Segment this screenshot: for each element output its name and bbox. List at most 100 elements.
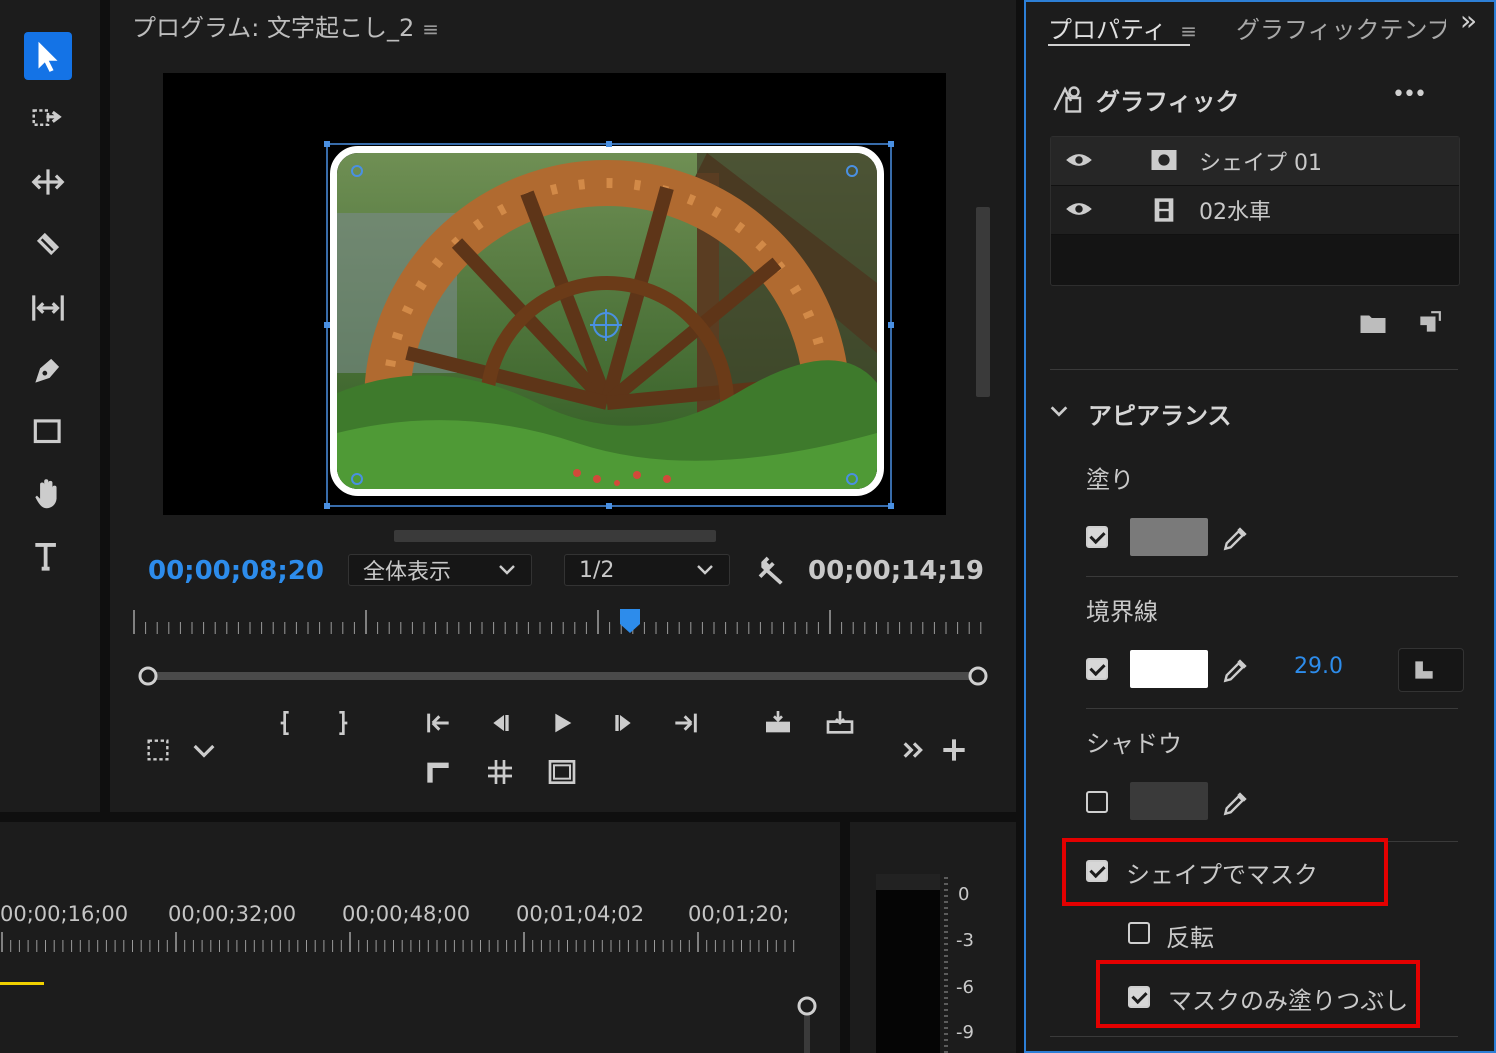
shadow-label: シャドウ <box>1086 730 1182 758</box>
zoom-scroll-bar[interactable] <box>138 666 988 686</box>
track-select-tool-button[interactable] <box>24 96 72 144</box>
layer-row[interactable]: 02水車 <box>1051 186 1459 235</box>
stroke-label: 境界線 <box>1086 598 1158 626</box>
duration-timecode: 00;00;14;19 <box>808 556 984 586</box>
stroke-width-value[interactable]: 29.0 <box>1294 654 1343 679</box>
work-area-bar[interactable] <box>0 982 44 985</box>
go-to-in-button[interactable] <box>420 705 456 741</box>
eyedropper-icon[interactable] <box>1220 522 1252 554</box>
mark-in-button[interactable] <box>268 705 304 741</box>
razor-icon <box>36 232 60 256</box>
button-editor-button[interactable] <box>936 732 972 768</box>
mark-out-button[interactable] <box>324 705 360 741</box>
overwrite-button[interactable] <box>822 705 858 741</box>
appearance-section-title[interactable]: アピアランス <box>1088 396 1232 431</box>
export-frame-button[interactable] <box>544 754 580 790</box>
safe-margins-icon <box>147 739 169 761</box>
plus-icon <box>943 739 965 761</box>
meter-label: -6 <box>956 977 974 998</box>
timeline-timecode: 00;01;04;02 <box>516 902 645 926</box>
hand-tool-button[interactable] <box>24 470 72 518</box>
monitor-vertical-scrollbar[interactable] <box>976 207 990 397</box>
selection-bounding-box[interactable] <box>321 139 897 511</box>
invert-checkbox[interactable] <box>1128 922 1150 944</box>
monitor-title-text: プログラム: 文字起こし_2 <box>132 14 415 42</box>
timeline-ruler[interactable] <box>0 930 800 954</box>
timeline-panel[interactable]: 00;00;16;00 00;00;32;00 00;00;48;00 00;0… <box>0 822 840 1053</box>
layer-name: 02水車 <box>1199 200 1271 225</box>
tab-graphic-templates[interactable]: グラフィックテンプ <box>1236 10 1446 45</box>
timeline-timecode: 00;00;48;00 <box>342 902 471 926</box>
grid-button[interactable] <box>482 754 518 790</box>
step-forward-button[interactable] <box>606 705 642 741</box>
chevron-down-icon[interactable] <box>1048 400 1070 422</box>
step-back-button[interactable] <box>482 705 518 741</box>
graphic-more-button[interactable]: ••• <box>1392 82 1427 107</box>
graphic-icon <box>1053 86 1082 113</box>
layer-list: シェイプ 01 02水車 <box>1050 136 1460 286</box>
ripple-edit-tool-button[interactable] <box>24 158 72 206</box>
eye-icon[interactable] <box>1065 149 1093 171</box>
chevron-down-icon <box>697 565 713 575</box>
insert-button[interactable] <box>760 705 796 741</box>
go-to-out-button[interactable] <box>668 705 704 741</box>
ripple-edit-icon <box>31 169 65 195</box>
zoom-level-select[interactable]: 全体表示 <box>348 554 532 586</box>
film-layer-icon <box>1154 198 1174 222</box>
meter-scale <box>944 877 948 1053</box>
settings-wrench-button[interactable] <box>756 554 788 586</box>
eye-icon[interactable] <box>1065 198 1093 220</box>
shadow-checkbox[interactable] <box>1086 791 1108 813</box>
new-layer-icon[interactable] <box>1416 310 1442 336</box>
graphic-section-title: グラフィック <box>1096 88 1240 116</box>
stroke-checkbox[interactable] <box>1086 658 1108 680</box>
playhead-marker[interactable] <box>619 608 641 634</box>
stroke-style-select[interactable] <box>1398 648 1464 692</box>
timeline-zoom-handle[interactable] <box>794 992 820 1053</box>
panel-menu-icon[interactable]: ≡ <box>1180 19 1197 43</box>
eyedropper-icon[interactable] <box>1220 654 1252 686</box>
shadow-color-swatch[interactable] <box>1130 782 1208 820</box>
type-tool-button[interactable] <box>24 532 72 580</box>
go-to-in-icon <box>427 713 449 733</box>
panel-menu-icon[interactable]: ≡ <box>422 17 439 41</box>
shape-layer-icon <box>1151 150 1177 170</box>
layer-row[interactable]: シェイプ 01 <box>1051 137 1459 186</box>
slip-tool-button[interactable] <box>24 284 72 332</box>
timeline-timecode: 00;01;20; <box>688 902 790 926</box>
pen-tool-button[interactable] <box>24 346 72 394</box>
playback-resolution-select[interactable]: 1/2 <box>564 554 730 586</box>
highlight-box <box>1062 838 1388 906</box>
meter-peak-indicator <box>876 874 940 890</box>
folder-icon[interactable] <box>1358 310 1388 336</box>
tab-properties[interactable]: プロパティ ≡ <box>1048 10 1197 45</box>
selection-tool-button[interactable] <box>24 32 72 80</box>
go-to-out-icon <box>675 713 697 733</box>
more-controls-button[interactable] <box>896 732 932 768</box>
razor-tool-button[interactable] <box>24 220 72 268</box>
fill-label: 塗り <box>1086 466 1134 494</box>
audio-meter-bar <box>876 874 940 1053</box>
lift-button[interactable] <box>420 754 456 790</box>
mark-out-icon <box>339 711 348 735</box>
play-button[interactable] <box>544 705 580 741</box>
safe-margins-button[interactable] <box>140 732 176 768</box>
monitor-horizontal-scrollbar[interactable] <box>394 530 716 542</box>
fill-color-swatch[interactable] <box>1130 518 1208 556</box>
current-timecode[interactable]: 00;00;08;20 <box>148 556 324 586</box>
monitor-time-ruler[interactable] <box>132 608 984 638</box>
timeline-timecode: 00;00;32;00 <box>168 902 297 926</box>
invert-label[interactable]: 反転 <box>1166 918 1214 953</box>
rectangle-tool-button[interactable] <box>24 408 72 456</box>
fill-checkbox[interactable] <box>1086 526 1108 548</box>
panel-overflow-button[interactable]: » <box>1460 4 1477 37</box>
program-monitor-title[interactable]: プログラム: 文字起こし_2 ≡ <box>132 8 439 43</box>
eyedropper-icon[interactable] <box>1220 787 1252 819</box>
properties-panel: プロパティ ≡ グラフィックテンプ » グラフィック ••• シェイプ 01 0… <box>1024 0 1496 1053</box>
timeline-timecode: 00;00;16;00 <box>0 902 129 926</box>
video-canvas[interactable] <box>163 73 946 515</box>
overlay-menu-button[interactable] <box>186 732 222 768</box>
audio-meter-panel: 0 -3 -6 -9 <box>850 822 1016 1053</box>
chevron-down-icon <box>193 744 215 758</box>
stroke-color-swatch[interactable] <box>1130 650 1208 688</box>
